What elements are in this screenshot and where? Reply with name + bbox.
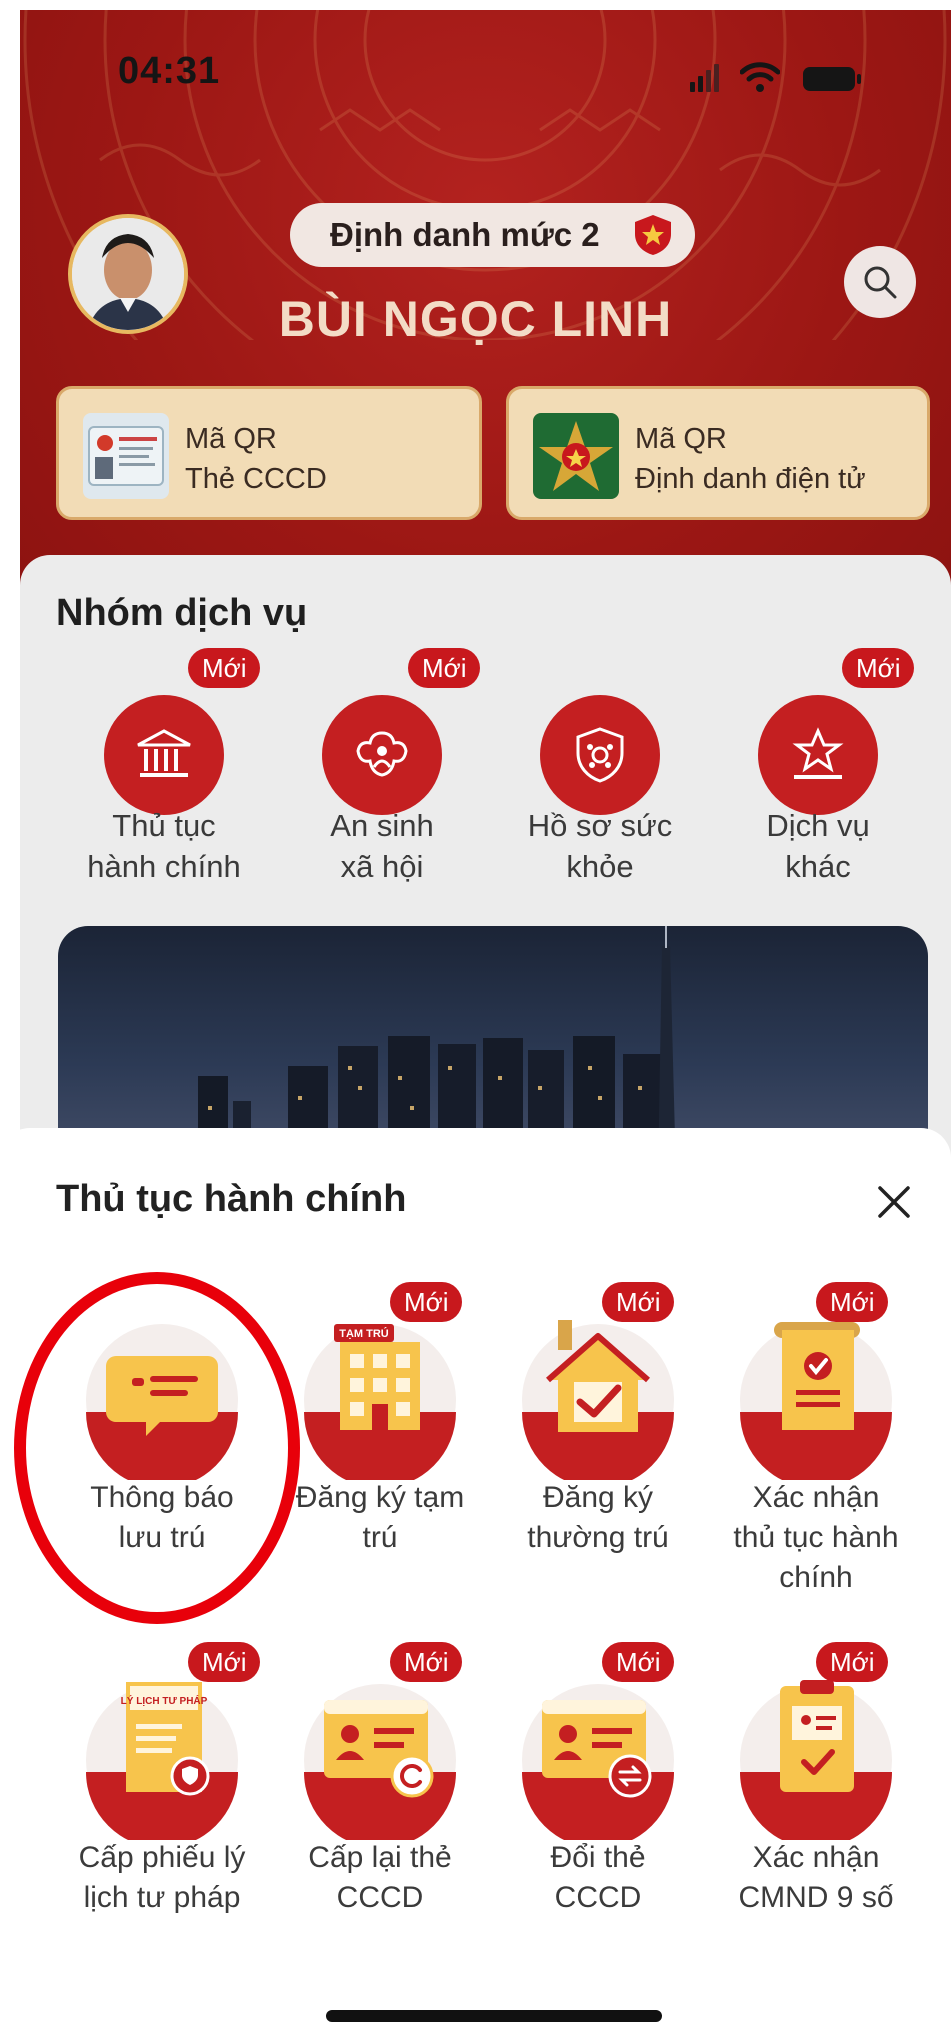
procedure-label-line2: thường trú <box>527 1521 669 1554</box>
status-time: 04:31 <box>118 50 221 92</box>
id-card-refresh-icon <box>304 1684 456 1840</box>
service-label-line2: xã hội <box>340 849 424 884</box>
service-label: Thủ tục hành chính <box>54 805 274 887</box>
new-badge: Mới <box>816 1282 889 1322</box>
shield-star-icon <box>635 215 671 255</box>
procedure-label: Xác nhận thủ tục hành chính <box>706 1478 926 1598</box>
star-podium-icon <box>758 695 878 815</box>
battery-icon <box>803 67 861 91</box>
user-name: BÙI NGỌC LINH <box>278 291 673 347</box>
procedure-label-line2: CCCD <box>336 1881 424 1914</box>
close-icon[interactable] <box>868 1176 920 1228</box>
procedure-label: Cấp phiếu lý lịch tư pháp <box>52 1838 272 1918</box>
procedure-label-line2: thủ tục hành <box>733 1521 899 1554</box>
procedure-label-line2: CCCD <box>554 1881 642 1914</box>
identity-level-label: Định danh mức 2 <box>330 216 600 253</box>
new-badge: Mới <box>602 1282 675 1322</box>
procedure-label: Đăng ký thường trú <box>488 1478 708 1558</box>
id-card-thumbnail <box>83 413 169 499</box>
procedure-label: Đăng ký tạm trú <box>270 1478 490 1558</box>
new-badge: Mới <box>188 1642 261 1682</box>
home-indicator <box>326 2010 662 2022</box>
highlight-annotation <box>14 1272 300 1624</box>
family-icon <box>322 695 442 815</box>
services-title: Nhóm dịch vụ <box>56 592 308 634</box>
document-check-icon <box>740 1322 892 1480</box>
new-badge: Mới <box>816 1642 889 1682</box>
qr-card-line1: Mã QR <box>185 423 277 455</box>
procedure-label-line1: Đổi thẻ <box>550 1841 646 1874</box>
service-label: Hồ sơ sức khỏe <box>490 805 710 887</box>
id-card-exchange-icon <box>522 1684 674 1840</box>
procedure-label-line1: Xác nhận <box>752 1841 880 1874</box>
judicial-record-icon: LÝ LỊCH TƯ PHÁP <box>86 1682 238 1840</box>
qr-card-line2: Thẻ CCCD <box>185 463 327 495</box>
judicial-icon-label: LÝ LỊCH TƯ PHÁP <box>121 1694 208 1707</box>
new-badge: Mới <box>188 648 261 688</box>
service-label-line2: hành chính <box>87 849 241 884</box>
procedure-label-line3: chính <box>779 1561 853 1594</box>
procedure-label-line2: CMND 9 số <box>738 1881 894 1914</box>
procedure-label: Đổi thẻ CCCD <box>488 1838 708 1918</box>
sheet-title: Thủ tục hành chính <box>56 1178 407 1220</box>
bank-icon <box>104 695 224 815</box>
procedure-label-line1: Đăng ký tạm <box>295 1481 465 1514</box>
wifi-icon <box>740 62 780 92</box>
procedure-label-line2: lịch tư pháp <box>83 1881 241 1914</box>
qr-card-text: Mã QR Thẻ CCCD <box>185 419 327 499</box>
service-label-line2: khỏe <box>566 849 634 884</box>
qr-card-electronic-id[interactable]: Mã QR Định danh điện tử <box>506 386 930 520</box>
house-check-icon <box>522 1320 674 1480</box>
procedure-label-line1: Cấp phiếu lý <box>78 1841 246 1874</box>
qr-card-cccd[interactable]: Mã QR Thẻ CCCD <box>56 386 482 520</box>
new-badge: Mới <box>842 648 915 688</box>
procedure-label-line1: Xác nhận <box>752 1481 880 1514</box>
identity-level-badge[interactable]: Định danh mức 2 <box>290 203 695 267</box>
procedure-label: Cấp lại thẻ CCCD <box>270 1838 490 1918</box>
clipboard-id-icon <box>740 1680 892 1840</box>
status-icons <box>690 60 890 100</box>
new-badge: Mới <box>602 1642 675 1682</box>
procedure-label: Xác nhận CMND 9 số <box>706 1838 926 1918</box>
qr-card-line1: Mã QR <box>635 423 727 455</box>
new-badge: Mới <box>390 1282 463 1322</box>
service-label-line2: khác <box>785 849 851 884</box>
police-emblem-thumbnail <box>533 413 619 499</box>
search-button[interactable] <box>844 246 916 318</box>
service-label: Dịch vụ khác <box>708 805 928 887</box>
new-badge: Mới <box>390 1642 463 1682</box>
signal-icon <box>690 64 719 92</box>
qr-card-line2: Định danh điện tử <box>635 463 866 495</box>
temp-stay-icon-label: TẠM TRÚ <box>339 1327 389 1340</box>
new-badge: Mới <box>408 648 481 688</box>
service-label: An sinh xã hội <box>272 805 492 887</box>
procedure-label-line2: trú <box>362 1521 398 1554</box>
procedure-label-line1: Đăng ký <box>542 1481 654 1514</box>
service-label-line1: Dịch vụ <box>766 808 870 843</box>
service-label-line1: An sinh <box>330 808 434 843</box>
search-icon <box>864 266 897 299</box>
health-shield-icon <box>540 695 660 815</box>
qr-card-text: Mã QR Định danh điện tử <box>635 419 866 499</box>
procedure-label-line1: Cấp lại thẻ <box>308 1841 452 1874</box>
building-icon: TẠM TRÚ <box>304 1324 456 1480</box>
service-label-line1: Hồ sơ sức <box>527 808 673 843</box>
service-label-line1: Thủ tục <box>112 808 216 843</box>
